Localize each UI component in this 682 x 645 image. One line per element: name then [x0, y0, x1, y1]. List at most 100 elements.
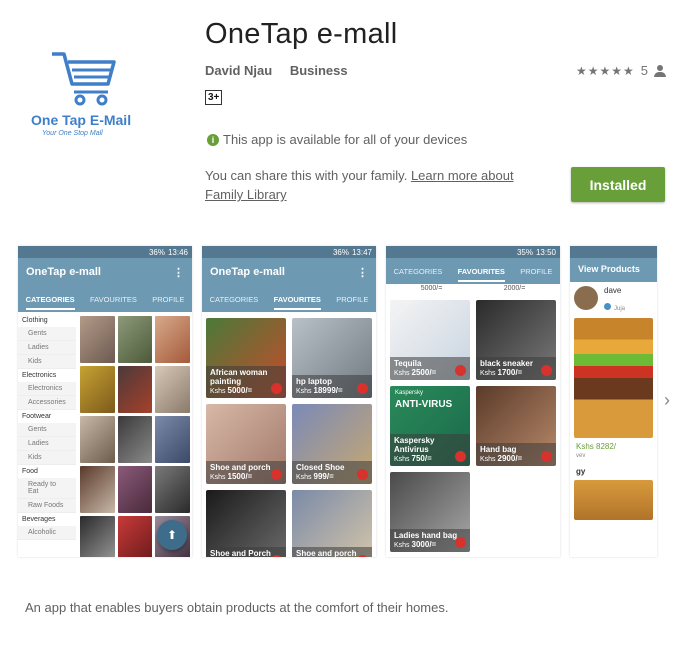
favourite-heart-icon — [271, 469, 282, 480]
screenshot-1[interactable]: 36% 13:46 OneTap e-mall ⋮ CATEGORIES FAV… — [18, 246, 192, 557]
tab-favourites: FAVOURITES — [273, 289, 321, 310]
overflow-menu-icon: ⋮ — [357, 266, 368, 279]
info-icon: i — [207, 133, 219, 146]
person-icon — [654, 64, 666, 77]
favourite-heart-icon — [357, 383, 368, 394]
product-card: African woman painting Kshs 5000/= — [206, 318, 286, 398]
product-card: Shoe and PorchKshs 2500/= — [206, 490, 286, 557]
product-card: Ladies hand bag Kshs 3000/= — [390, 472, 470, 552]
logo-title: One Tap E-Mail — [31, 112, 132, 128]
category-item: Ladies — [18, 341, 76, 355]
tab-favourites: FAVOURITES — [457, 261, 505, 282]
category-item: Kids — [18, 451, 76, 465]
product-card: black sneaker Kshs 1700/= — [476, 300, 556, 380]
chevron-right-icon[interactable]: › — [664, 390, 670, 411]
category-item: Ladies — [18, 437, 76, 451]
screen-title: OneTap e-mall — [26, 266, 101, 278]
favourite-heart-icon — [455, 365, 466, 376]
screen-title: OneTap e-mall — [210, 266, 285, 278]
category-item: Ready to Eat — [18, 478, 76, 499]
favourite-heart-icon — [271, 383, 282, 394]
status-bar: 36% 13:46 — [18, 246, 192, 258]
thumbnail — [80, 416, 115, 463]
developer-link[interactable]: David Njau — [205, 63, 272, 78]
category-item: Kids — [18, 355, 76, 369]
scrolled-prices: 5000/= 2000/= — [386, 284, 560, 293]
shopping-cart-icon — [52, 52, 116, 106]
battery-level: 36% — [332, 247, 349, 257]
location: Juja — [604, 303, 625, 312]
product-title: gy — [576, 467, 586, 476]
avatar — [574, 286, 598, 310]
product-name: African woman painting — [210, 368, 268, 386]
product-name: Shoe and Porch — [210, 549, 271, 557]
rating-count: 5 — [640, 63, 648, 78]
product-name: Shoe and porch — [296, 549, 357, 557]
status-bar: 36% 13:47 — [202, 246, 376, 258]
thumbnail — [80, 466, 115, 513]
overflow-menu-icon: ⋮ — [173, 266, 184, 279]
tab-categories: CATEGORIES — [393, 266, 443, 276]
thumbnail — [155, 466, 190, 513]
category-group: Food — [22, 468, 38, 475]
seller-row: dave Juja — [570, 282, 657, 316]
product-name: Kaspersky Antivirus — [394, 436, 435, 454]
app-bar: View Products — [570, 258, 657, 282]
rating-stars: ★★★★★ — [575, 63, 635, 78]
status-bar — [570, 246, 657, 258]
app-bar: OneTap e-mall ⋮ — [202, 258, 376, 286]
tab-favourites: FAVOURITES — [89, 294, 137, 304]
family-library-text: You can share this with your family. Lea… — [205, 166, 535, 204]
tab-categories: CATEGORIES — [209, 294, 259, 304]
product-card: hp laptop Kshs 18999/= — [292, 318, 372, 398]
antivirus-label: ANTI-VIRUS — [395, 399, 453, 410]
status-time: 13:50 — [535, 247, 556, 257]
developer-row: David Njau Business — [205, 63, 362, 78]
thumbnail — [117, 516, 153, 557]
tab-profile: PROFILE — [336, 294, 369, 304]
thumbnail — [155, 416, 190, 463]
price-text: 2000/= — [503, 285, 526, 292]
status-time: 13:46 — [167, 247, 188, 257]
screenshot-3[interactable]: 35% 13:50 CATEGORIES FAVOURITES PROFILE … — [386, 246, 560, 557]
category-link[interactable]: Business — [290, 63, 348, 78]
thumbnail — [80, 316, 115, 363]
product-card: Hand bag Kshs 2900/= — [476, 386, 556, 466]
favourites-grid: Tequila Kshs 2500/= black sneaker Kshs 1700… — [386, 296, 560, 556]
category-group: Beverages — [22, 516, 56, 523]
tab-categories: CATEGORIES — [25, 289, 75, 310]
category-item: Raw Foods — [18, 499, 76, 513]
product-image — [574, 318, 653, 438]
installed-button[interactable]: Installed — [571, 167, 665, 202]
battery-level: 36% — [148, 247, 165, 257]
price-text: 5000/= — [420, 285, 443, 292]
status-bar: 35% 13:50 — [386, 246, 560, 258]
category-item: Accessories — [18, 396, 76, 410]
product-card: Tequila Kshs 2500/= — [390, 300, 470, 380]
favourite-heart-icon — [455, 451, 466, 462]
favourite-heart-icon — [541, 451, 552, 462]
favourites-grid: African woman painting Kshs 5000/= hp lapt… — [202, 314, 376, 557]
favourite-heart-icon — [357, 469, 368, 480]
favourite-heart-icon — [455, 537, 466, 548]
screenshot-4[interactable]: View Products dave Juja Kshs 8282/ vev g… — [570, 246, 657, 557]
thumbnail — [117, 366, 153, 413]
app-bar: OneTap e-mall ⋮ — [18, 258, 192, 286]
category-item: Gents — [18, 423, 76, 437]
thumbnail — [155, 316, 190, 363]
favourite-heart-icon — [541, 365, 552, 376]
logo-subtitle: Your One Stop Mall — [42, 130, 103, 137]
category-group: Footwear — [22, 413, 52, 420]
location-pin-icon — [604, 303, 611, 310]
tab-bar: CATEGORIES FAVOURITES PROFILE — [386, 258, 560, 284]
tab-profile: PROFILE — [520, 266, 553, 276]
tab-profile: PROFILE — [152, 294, 185, 304]
thumbnail — [117, 316, 153, 363]
antivirus-brand: Kaspersky — [395, 390, 424, 396]
thumbnail — [80, 366, 115, 413]
app-icon: One Tap E-Mail Your One Stop Mall — [22, 48, 142, 158]
screenshot-2[interactable]: 36% 13:47 OneTap e-mall ⋮ CATEGORIES FAV… — [202, 246, 376, 557]
app-title: OneTap e-mall — [205, 18, 398, 50]
product-price: Kshs 8282/ — [576, 442, 617, 451]
user-name: dave — [604, 286, 622, 295]
